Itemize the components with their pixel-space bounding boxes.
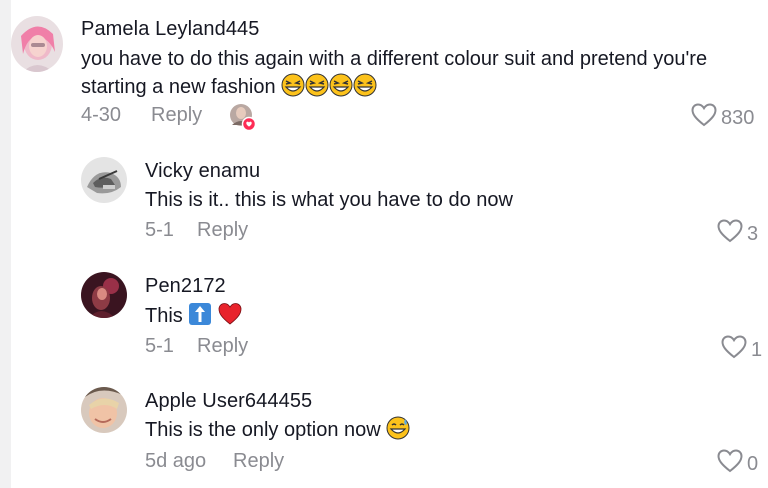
comment-text-body: This is the only option now — [145, 419, 381, 441]
avatar[interactable] — [81, 157, 127, 203]
comment-text: This is the only option now — [145, 416, 410, 448]
like-button[interactable]: 0 — [717, 449, 758, 479]
comment-text: This is it.. this is what you have to do… — [145, 189, 513, 211]
like-button[interactable]: 3 — [717, 219, 758, 249]
emoji-grinning-squint-tears-icon — [305, 73, 329, 105]
like-count: 830 — [721, 106, 755, 129]
comment-text: starting a new fashion — [81, 73, 377, 105]
comment-username[interactable]: Vicky enamu — [145, 160, 260, 183]
emoji-grinning-squint-tears-icon — [281, 73, 305, 105]
reply-button[interactable]: Reply — [197, 335, 248, 358]
avatar[interactable] — [11, 16, 63, 72]
red-heart-icon — [218, 302, 242, 334]
comment-date: 5-1 — [145, 335, 174, 357]
reply-button[interactable]: Reply — [233, 450, 284, 473]
emoji-grinning-squint-tears-icon — [329, 73, 353, 105]
reply-button[interactable]: Reply — [151, 104, 202, 127]
grinning-sweat-icon — [386, 416, 410, 448]
heart-outline-icon — [721, 335, 747, 365]
up-arrow-box-icon — [188, 302, 212, 334]
comment-text: you have to do this again with a differe… — [81, 46, 707, 73]
reply-button[interactable]: Reply — [197, 219, 248, 242]
like-count: 3 — [747, 222, 759, 245]
comment-username[interactable]: Pen2172 — [145, 275, 226, 298]
comment-date: 5-1 — [145, 219, 174, 241]
like-count: 0 — [747, 452, 759, 475]
comment-username[interactable]: Pamela Leyland445 — [81, 18, 260, 41]
like-count: 1 — [751, 338, 763, 361]
comment-text-body: This — [145, 305, 183, 327]
heart-outline-icon — [717, 449, 743, 479]
comment-text-line: you have to do this again with a differe… — [81, 48, 708, 70]
creator-liked-badge — [229, 103, 257, 132]
comment-date: 4-30 — [81, 104, 122, 126]
like-button[interactable]: 830 — [691, 103, 754, 133]
emoji-grinning-squint-tears-icon — [353, 73, 377, 105]
comment-text-line: starting a new fashion — [81, 76, 276, 98]
heart-outline-icon — [717, 219, 743, 249]
avatar[interactable] — [81, 387, 127, 433]
like-button[interactable]: 1 — [721, 335, 762, 365]
comment-date: 5d ago — [145, 450, 207, 472]
left-rail — [0, 0, 11, 488]
comment-username[interactable]: Apple User644455 — [145, 390, 312, 413]
heart-outline-icon — [691, 103, 717, 133]
comment-text: This — [145, 302, 242, 334]
avatar[interactable] — [81, 272, 127, 318]
